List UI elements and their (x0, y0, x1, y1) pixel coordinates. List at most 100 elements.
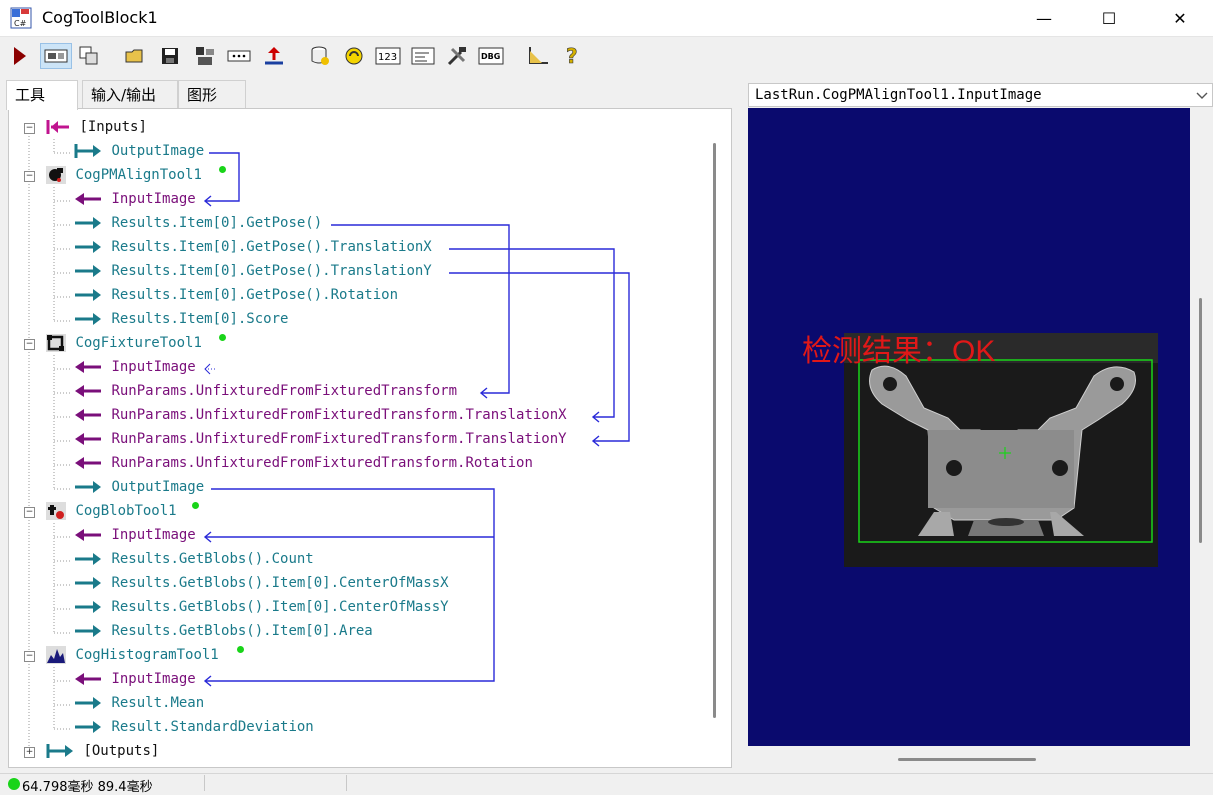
collapse-inputs-toggle[interactable]: − (24, 123, 35, 134)
tree-tool-histogram[interactable]: CogHistogramTool1 (45, 643, 219, 667)
terminal-button[interactable] (410, 43, 436, 69)
tree-item-label: RunParams.UnfixturedFromFixturedTransfor… (111, 407, 567, 423)
status-timing-text: 64.798毫秒 89.4毫秒 (22, 780, 153, 795)
tree-item-label: RunParams.UnfixturedFromFixturedTransfor… (111, 383, 458, 399)
image-source-select[interactable]: LastRun.CogPMAlignTool1.InputImage (748, 83, 1213, 107)
tree-item-transform-translationy[interactable]: RunParams.UnfixturedFromFixturedTransfor… (73, 427, 567, 451)
input-arrow-icon (75, 457, 101, 469)
tree-item-pose-translationy[interactable]: Results.Item[0].GetPose().TranslationY (73, 259, 432, 283)
help-icon: ? (566, 44, 578, 68)
status-ok-dot (192, 502, 199, 509)
ruler-button[interactable] (525, 43, 551, 69)
tree-tool-label: CogPMAlignTool1 (75, 167, 202, 183)
tree-item-histogram-stddev[interactable]: Result.StandardDeviation (73, 715, 314, 739)
save-button[interactable] (157, 43, 183, 69)
tab-tools[interactable]: 工具 (6, 80, 78, 110)
run-button[interactable] (6, 43, 32, 69)
import-button[interactable] (261, 43, 287, 69)
terminal-icon (411, 47, 435, 65)
tool-button[interactable] (192, 43, 218, 69)
input-arrow-icon (75, 673, 101, 685)
tree-item-pose-rotation[interactable]: Results.Item[0].GetPose().Rotation (73, 283, 398, 307)
tree-tool-label: CogHistogramTool1 (75, 647, 219, 663)
output-arrow-icon (74, 144, 101, 158)
expand-outputs-toggle[interactable]: + (24, 747, 35, 758)
tree-item-label: Results.Item[0].GetPose().TranslationY (111, 263, 432, 279)
sync-button[interactable] (341, 43, 367, 69)
numbers-icon: 123 (375, 47, 401, 65)
tree-item-transform-translationx[interactable]: RunParams.UnfixturedFromFixturedTransfor… (73, 403, 567, 427)
collapse-blob-toggle[interactable]: − (24, 507, 35, 518)
tree-item-label: Results.GetBlobs().Item[0].CenterOfMassX (111, 575, 449, 591)
tree-item-label: Results.Item[0].GetPose().TranslationX (111, 239, 432, 255)
output-arrow-icon (75, 601, 101, 613)
image-scrollbar-thumb-h[interactable] (898, 758, 1036, 761)
database-button[interactable] (307, 43, 333, 69)
pmalign-tool-icon (46, 166, 66, 184)
build-button[interactable] (444, 43, 470, 69)
image-scrollbar-thumb-v[interactable] (1199, 298, 1202, 543)
tree-item-blob-area[interactable]: Results.GetBlobs().Item[0].Area (73, 619, 373, 643)
tree-item-histogram-mean[interactable]: Result.Mean (73, 691, 204, 715)
tree-item-pmalign-inputimage[interactable]: InputImage (73, 187, 196, 211)
tree-scrollbar-thumb[interactable] (713, 143, 716, 718)
outputs-icon (46, 744, 73, 758)
tree-item-blob-centerx[interactable]: Results.GetBlobs().Item[0].CenterOfMassX (73, 571, 449, 595)
tree-tool-pmalign[interactable]: CogPMAlignTool1 (45, 163, 202, 187)
inputs-icon (46, 120, 69, 134)
open-icon (125, 49, 143, 63)
status-bar: 64.798毫秒 89.4毫秒 (0, 773, 1213, 795)
tree-item-score[interactable]: Results.Item[0].Score (73, 307, 288, 331)
tree-item-blob-centery[interactable]: Results.GetBlobs().Item[0].CenterOfMassY (73, 595, 449, 619)
numbers-button[interactable]: 123 (375, 43, 401, 69)
app-icon: C# (10, 7, 32, 29)
status-divider (204, 775, 205, 791)
debug-button[interactable]: DBG (478, 43, 504, 69)
tree-item-fixture-inputimage[interactable]: InputImage (73, 355, 196, 379)
tree-item-blob-inputimage[interactable]: InputImage (73, 523, 196, 547)
tree-item-label: Results.GetBlobs().Item[0].Area (111, 623, 373, 639)
close-button[interactable]: ✕ (1157, 0, 1203, 36)
tree-item-pose[interactable]: Results.Item[0].GetPose() (73, 211, 322, 235)
window-title: CogToolBlock1 (42, 8, 158, 27)
tree-tool-fixture[interactable]: CogFixtureTool1 (45, 331, 202, 355)
tree-scrollbar[interactable] (705, 113, 723, 763)
output-arrow-icon (75, 313, 101, 325)
ellipsis-button[interactable] (226, 43, 252, 69)
output-arrow-icon (75, 553, 101, 565)
collapse-histogram-toggle[interactable]: − (24, 651, 35, 662)
help-button[interactable]: ? (560, 43, 586, 69)
chevron-down-icon[interactable] (1193, 85, 1211, 105)
minimize-button[interactable]: — (1021, 0, 1067, 36)
collapse-fixture-toggle[interactable]: − (24, 339, 35, 350)
status-ok-icon (8, 778, 20, 790)
tree-outputs-node[interactable]: [Outputs] (45, 739, 159, 763)
tree-item-blob-count[interactable]: Results.GetBlobs().Count (73, 547, 314, 571)
tab-input-output[interactable]: 输入/输出 (82, 80, 178, 108)
maximize-icon: ☐ (1101, 8, 1117, 28)
image-source-value: LastRun.CogPMAlignTool1.InputImage (755, 87, 1042, 103)
display-button[interactable] (40, 43, 72, 69)
tree-inputs-node[interactable]: [Inputs] (45, 115, 147, 139)
output-arrow-icon (75, 625, 101, 637)
copy-button[interactable] (76, 43, 102, 69)
tree-item-fixture-outputimage[interactable]: OutputImage (73, 475, 204, 499)
status-divider (346, 775, 347, 791)
tree-tool-blob[interactable]: CogBlobTool1 (45, 499, 177, 523)
panel-splitter[interactable] (738, 80, 744, 770)
tree-item-histogram-inputimage[interactable]: InputImage (73, 667, 196, 691)
tree-outputs-label: [Outputs] (83, 743, 160, 759)
tree-item-pose-translationx[interactable]: Results.Item[0].GetPose().TranslationX (73, 235, 432, 259)
tab-graphics[interactable]: 图形 (178, 80, 246, 108)
blob-tool-icon (46, 502, 66, 520)
open-button[interactable] (122, 43, 148, 69)
tree-item-label: RunParams.UnfixturedFromFixturedTransfor… (111, 431, 567, 447)
tree-item-label: Results.GetBlobs().Count (111, 551, 314, 567)
image-display[interactable]: 检测结果：OK (748, 108, 1190, 746)
tree-item-inputs-outputimage[interactable]: OutputImage (73, 139, 204, 163)
title-bar: C# CogToolBlock1 — ☐ ✕ (0, 0, 1213, 37)
collapse-pmalign-toggle[interactable]: − (24, 171, 35, 182)
tree-item-transform[interactable]: RunParams.UnfixturedFromFixturedTransfor… (73, 379, 457, 403)
tree-item-transform-rotation[interactable]: RunParams.UnfixturedFromFixturedTransfor… (73, 451, 533, 475)
maximize-button[interactable]: ☐ (1086, 0, 1132, 36)
